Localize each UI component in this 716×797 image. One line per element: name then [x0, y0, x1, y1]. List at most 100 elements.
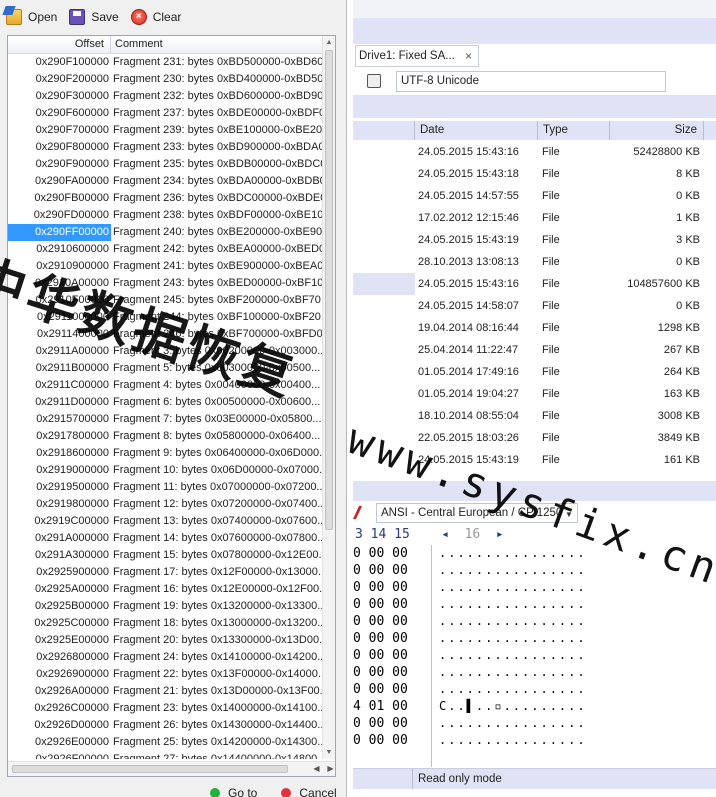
- list-item[interactable]: 0x2911C00000 Fragment 4: bytes 0x00400000…: [8, 377, 324, 394]
- file-row[interactable]: 24.05.2015 15:43:19 File 3 KB: [353, 229, 716, 251]
- list-item[interactable]: 0x2926C00000 Fragment 23: bytes 0x1400000…: [8, 700, 324, 717]
- list-item[interactable]: 0x290F600000 Fragment 237: bytes 0xBDE000…: [8, 105, 324, 122]
- file-row[interactable]: 24.05.2015 15:43:19 File 161 KB: [353, 449, 716, 471]
- column-header-offset[interactable]: Offset: [8, 36, 111, 53]
- file-row[interactable]: 01.05.2014 19:04:27 File 163 KB: [353, 383, 716, 405]
- list-item-offset: 0x2910900000: [36, 260, 109, 272]
- tab-close-icon[interactable]: ×: [465, 49, 472, 63]
- scroll-up-arrow-icon[interactable]: ▲: [323, 36, 335, 49]
- list-item[interactable]: 0x2919C00000 Fragment 13: bytes 0x0740000…: [8, 513, 324, 530]
- list-item[interactable]: 0x290FF00000 Fragment 240: bytes 0xBE2000…: [8, 224, 324, 241]
- column-header-comment[interactable]: Comment: [111, 36, 335, 53]
- list-item[interactable]: 0x290F700000 Fragment 239: bytes 0xBE1000…: [8, 122, 324, 139]
- pencil-edit-icon[interactable]: [352, 506, 370, 519]
- file-row[interactable]: 22.05.2015 18:03:26 File 3849 KB: [353, 427, 716, 449]
- list-item-offset: 0x2917800000: [36, 430, 109, 442]
- scroll-down-arrow-icon[interactable]: ▼: [323, 746, 335, 759]
- list-item-comment: Fragment 14: bytes 0x07600000-0x07800...: [113, 532, 324, 544]
- list-item[interactable]: 0x2926D00000 Fragment 26: bytes 0x1430000…: [8, 717, 324, 734]
- file-row[interactable]: 24.05.2015 14:58:07 File 0 KB: [353, 295, 716, 317]
- drive-icon[interactable]: [367, 74, 381, 88]
- column-header-size[interactable]: Size: [610, 121, 704, 140]
- list-item[interactable]: 0x2925A00000 Fragment 16: bytes 0x12E0000…: [8, 581, 324, 598]
- save-button[interactable]: Save: [63, 7, 124, 27]
- file-row[interactable]: 17.02.2012 12:15:46 File 1 KB: [353, 207, 716, 229]
- list-item-offset: 0x290FA00000: [34, 175, 109, 187]
- goto-button[interactable]: Go to: [210, 786, 257, 797]
- clear-button[interactable]: × Clear: [125, 7, 188, 27]
- list-item[interactable]: 0x2926900000 Fragment 22: bytes 0x13F0000…: [8, 666, 324, 683]
- list-item[interactable]: 0x2917800000 Fragment 8: bytes 0x05800000…: [8, 428, 324, 445]
- char-encoding-select[interactable]: ANSI - Central European / CP 1250 ▼: [376, 503, 578, 523]
- list-item[interactable]: 0x290F200000 Fragment 230: bytes 0xBD4000…: [8, 71, 324, 88]
- list-item[interactable]: 0x291A300000 Fragment 15: bytes 0x0780000…: [8, 547, 324, 564]
- list-item[interactable]: 0x2926E00000 Fragment 25: bytes 0x1420000…: [8, 734, 324, 751]
- list-item[interactable]: 0x2925B00000 Fragment 19: bytes 0x1320000…: [8, 598, 324, 615]
- list-item[interactable]: 0x2926800000 Fragment 24: bytes 0x1410000…: [8, 649, 324, 666]
- file-row[interactable]: 25.04.2014 11:22:47 File 267 KB: [353, 339, 716, 361]
- file-row[interactable]: 19.04.2014 08:16:44 File 1298 KB: [353, 317, 716, 339]
- list-item[interactable]: 0x291A000000 Fragment 14: bytes 0x0760000…: [8, 530, 324, 547]
- file-row-size: 267 KB: [663, 344, 700, 356]
- tab-drive1[interactable]: Drive1: Fixed SA... ×: [355, 45, 479, 67]
- list-item[interactable]: 0x2911D00000 Fragment 6: bytes 0x00500000…: [8, 394, 324, 411]
- list-item[interactable]: 0x290FD00000 Fragment 238: bytes 0xBDF000…: [8, 207, 324, 224]
- list-item[interactable]: 0x290F300000 Fragment 232: bytes 0xBD6000…: [8, 88, 324, 105]
- hex-bytes-line: 0 00 00: [353, 631, 408, 646]
- file-row[interactable]: 01.05.2014 17:49:16 File 264 KB: [353, 361, 716, 383]
- list-item[interactable]: 0x290FB00000 Fragment 236: bytes 0xBDC000…: [8, 190, 324, 207]
- list-item[interactable]: 0x290F900000 Fragment 235: bytes 0xBDB000…: [8, 156, 324, 173]
- scroll-left-arrow-icon-2[interactable]: ◀: [310, 762, 323, 776]
- list-item[interactable]: 0x2919800000 Fragment 12: bytes 0x0720000…: [8, 496, 324, 513]
- vertical-scrollbar[interactable]: ▲ ▼: [322, 36, 335, 759]
- open-button[interactable]: Open: [0, 7, 63, 27]
- fragment-listbox[interactable]: Offset Comment 0x290F100000 Fragment 231:…: [7, 35, 336, 777]
- list-item-comment: Fragment 23: bytes 0x14000000-0x14100...: [113, 702, 324, 714]
- list-item[interactable]: 0x2918600000 Fragment 9: bytes 0x06400000…: [8, 445, 324, 462]
- vertical-scroll-thumb[interactable]: [325, 50, 333, 530]
- list-item[interactable]: 0x2926F00000 Fragment 27: bytes 0x1440000…: [8, 751, 324, 759]
- list-item[interactable]: 0x2911B00000 Fragment 5: bytes 0x00300000…: [8, 360, 324, 377]
- list-item[interactable]: 0x2911A00000 Fragment 3: bytes 0x00200000…: [8, 343, 324, 360]
- hex-view[interactable]: 0 00 00 0 00 00 0 00 00 0 00 00 0 00 00 0 00 …: [353, 545, 716, 767]
- file-row[interactable]: 24.05.2015 15:43:16 File 104857600 KB: [353, 273, 716, 295]
- list-item-offset: 0x290F300000: [35, 90, 109, 102]
- file-row[interactable]: 28.10.2013 13:08:13 File 0 KB: [353, 251, 716, 273]
- page-left-arrow-icon[interactable]: ◂: [441, 527, 449, 542]
- file-row[interactable]: 18.10.2014 08:55:04 File 3008 KB: [353, 405, 716, 427]
- file-row-size: 0 KB: [676, 256, 700, 268]
- file-row-name: [353, 427, 415, 449]
- list-item[interactable]: 0x2919000000 Fragment 10: bytes 0x06D0000…: [8, 462, 324, 479]
- column-header-name[interactable]: [353, 121, 415, 140]
- file-row-type: File: [542, 410, 560, 422]
- page-right-arrow-icon[interactable]: ▸: [496, 527, 504, 542]
- file-row-type: File: [542, 322, 560, 334]
- horizontal-scroll-thumb[interactable]: [12, 765, 288, 773]
- list-item[interactable]: 0x2910900000 Fragment 241: bytes 0xBE9000…: [8, 258, 324, 275]
- encoding-field[interactable]: UTF-8 Unicode: [396, 71, 666, 92]
- list-item[interactable]: 0x2910600000 Fragment 242: bytes 0xBEA000…: [8, 241, 324, 258]
- file-row-date: 19.04.2014 08:16:44: [418, 322, 519, 334]
- list-item[interactable]: 0x2926A00000 Fragment 21: bytes 0x13D0000…: [8, 683, 324, 700]
- column-header-type[interactable]: Type: [538, 121, 610, 140]
- list-item[interactable]: 0x2925C00000 Fragment 18: bytes 0x1300000…: [8, 615, 324, 632]
- list-item[interactable]: 0x2910A00000 Fragment 243: bytes 0xBED000…: [8, 275, 324, 292]
- list-item[interactable]: 0x290F800000 Fragment 233: bytes 0xBD9000…: [8, 139, 324, 156]
- file-row[interactable]: 24.05.2015 14:57:55 File 0 KB: [353, 185, 716, 207]
- list-item[interactable]: 0x2911400000 Fragment 246: bytes 0xBF7000…: [8, 326, 324, 343]
- chevron-down-icon[interactable]: ▼: [563, 506, 575, 524]
- horizontal-scrollbar[interactable]: ◀ ◀ ▶: [8, 761, 335, 776]
- list-item[interactable]: 0x2915700000 Fragment 7: bytes 0x03E00000…: [8, 411, 324, 428]
- list-item[interactable]: 0x2919500000 Fragment 11: bytes 0x0700000…: [8, 479, 324, 496]
- scroll-right-arrow-icon[interactable]: ▶: [324, 762, 335, 776]
- list-item[interactable]: 0x2925900000 Fragment 17: bytes 0x12F0000…: [8, 564, 324, 581]
- list-item[interactable]: 0x2910F00000 Fragment 245: bytes 0xBF2000…: [8, 292, 324, 309]
- list-item[interactable]: 0x2925E00000 Fragment 20: bytes 0x1330000…: [8, 632, 324, 649]
- list-item[interactable]: 0x2911000000 Fragment 244: bytes 0xBF1000…: [8, 309, 324, 326]
- cancel-button[interactable]: Cancel: [281, 786, 337, 797]
- list-item[interactable]: 0x290F100000 Fragment 231: bytes 0xBD5000…: [8, 54, 324, 71]
- file-row[interactable]: 24.05.2015 15:43:18 File 8 KB: [353, 163, 716, 185]
- list-item[interactable]: 0x290FA00000 Fragment 234: bytes 0xBDA000…: [8, 173, 324, 190]
- file-row[interactable]: 24.05.2015 15:43:16 File 52428800 KB: [353, 141, 716, 163]
- column-header-date[interactable]: Date: [415, 121, 538, 140]
